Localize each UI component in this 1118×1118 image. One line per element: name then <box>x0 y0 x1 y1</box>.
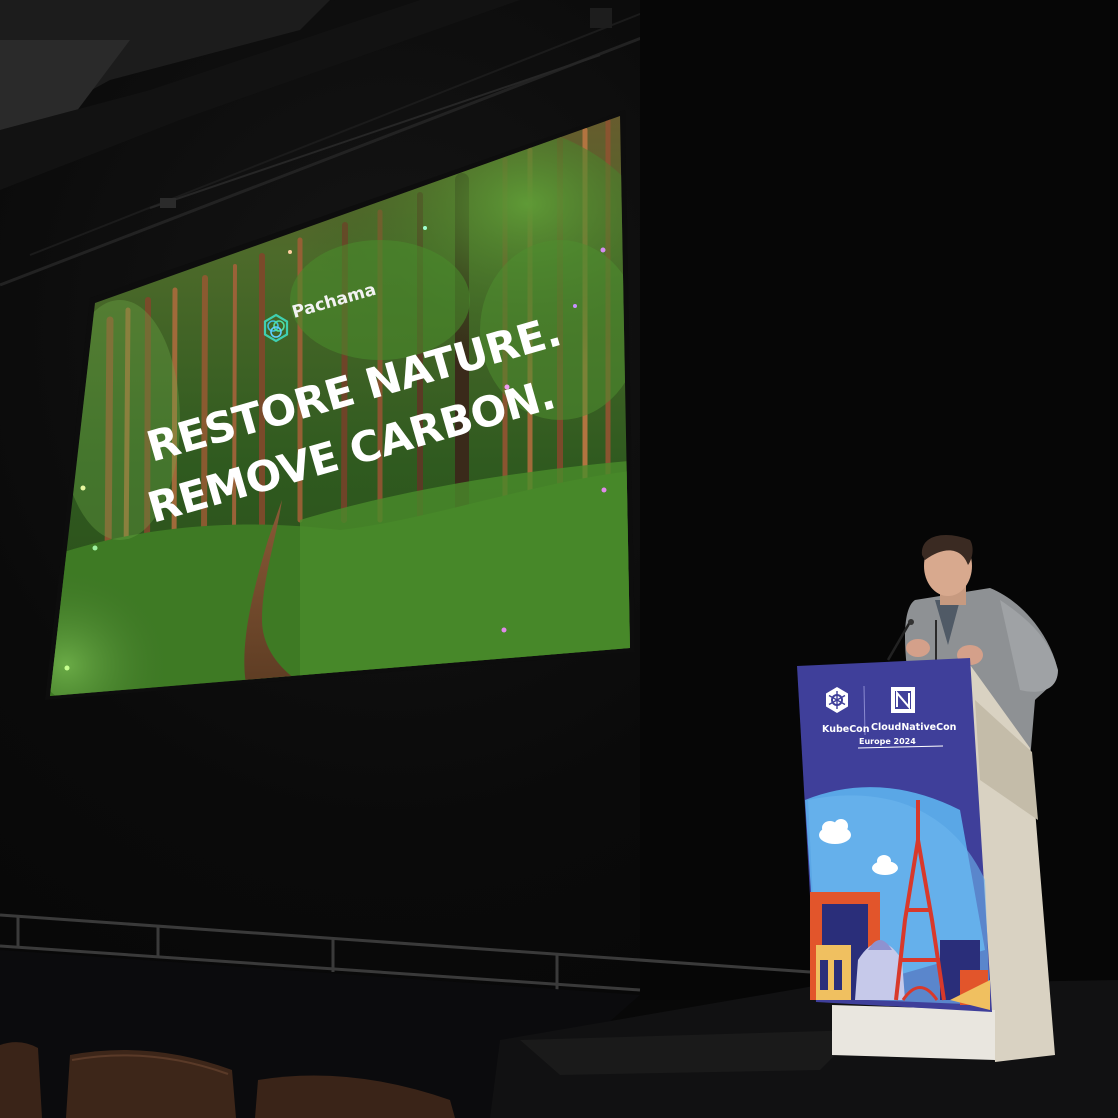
kubecon-label: KubeCon <box>822 724 870 735</box>
stage-area: KubeCon CloudNativeCon Europe 2024 <box>0 0 1118 1118</box>
edition-label: Europe 2024 <box>859 737 916 746</box>
cloudnativecon-label: CloudNativeCon <box>871 722 957 733</box>
cncf-icon <box>891 687 915 713</box>
conference-stage-photo: Pachama RESTORE NATURE. REMOVE CARBON. K… <box>0 0 1118 1118</box>
podium-sign: KubeCon CloudNativeCon Europe 2024 <box>797 658 992 1012</box>
